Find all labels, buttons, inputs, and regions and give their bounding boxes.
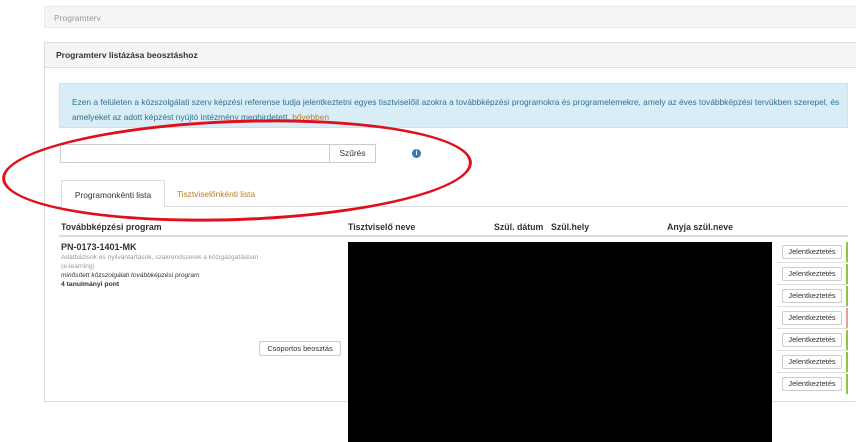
breadcrumb: Programterv bbox=[44, 6, 856, 28]
column-header-mother-name[interactable]: Anyja szül.neve bbox=[667, 222, 733, 232]
row-status-marker bbox=[846, 286, 848, 306]
row-divider bbox=[777, 306, 848, 307]
column-header-birth-date[interactable]: Szül. dátum bbox=[494, 222, 543, 232]
row-divider bbox=[777, 350, 848, 351]
row-divider bbox=[777, 284, 848, 285]
program-list-panel: Programterv listázása beosztáshoz Ezen a… bbox=[44, 42, 856, 442]
enroll-button[interactable]: Jelentkeztetés bbox=[782, 333, 842, 347]
row-status-marker bbox=[846, 374, 848, 394]
enroll-button[interactable]: Jelentkeztetés bbox=[782, 355, 842, 369]
row-status-marker bbox=[846, 242, 848, 262]
program-code: PN-0173-1401-MK bbox=[61, 242, 137, 252]
group-assign-button[interactable]: Csoportos beosztás bbox=[259, 341, 341, 356]
column-header-official-name[interactable]: Tisztviselő neve bbox=[348, 222, 415, 232]
program-type: minősített közszolgálati továbbképzési p… bbox=[61, 272, 200, 279]
enroll-button[interactable]: Jelentkeztetés bbox=[782, 267, 842, 281]
panel-title: Programterv listázása beosztáshoz bbox=[45, 43, 856, 68]
enroll-button[interactable]: Jelentkeztetés bbox=[782, 289, 842, 303]
row-status-marker bbox=[846, 352, 848, 372]
column-header-program[interactable]: Továbbképzési program bbox=[61, 222, 162, 232]
redacted-personal-data bbox=[348, 242, 772, 442]
program-points: 4 tanulmányi pont bbox=[61, 281, 120, 288]
column-header-birth-place[interactable]: Szül.hely bbox=[551, 222, 589, 232]
row-status-marker bbox=[846, 330, 848, 350]
row-status-marker bbox=[846, 264, 848, 284]
row-divider bbox=[777, 372, 848, 373]
row-divider bbox=[777, 328, 848, 329]
info-alert: Ezen a felületen a közszolgálati szerv k… bbox=[59, 83, 848, 128]
enroll-button[interactable]: Jelentkeztetés bbox=[782, 245, 842, 259]
enroll-button[interactable]: Jelentkeztetés bbox=[782, 377, 842, 391]
row-divider bbox=[777, 262, 848, 263]
enroll-button[interactable]: Jelentkeztetés bbox=[782, 311, 842, 325]
row-status-marker bbox=[846, 308, 848, 328]
program-description: Adatbázisok és nyilvántartások, szakrend… bbox=[61, 254, 259, 270]
info-text: Ezen a felületen a közszolgálati szerv k… bbox=[72, 97, 840, 122]
table-header-divider bbox=[59, 235, 848, 237]
